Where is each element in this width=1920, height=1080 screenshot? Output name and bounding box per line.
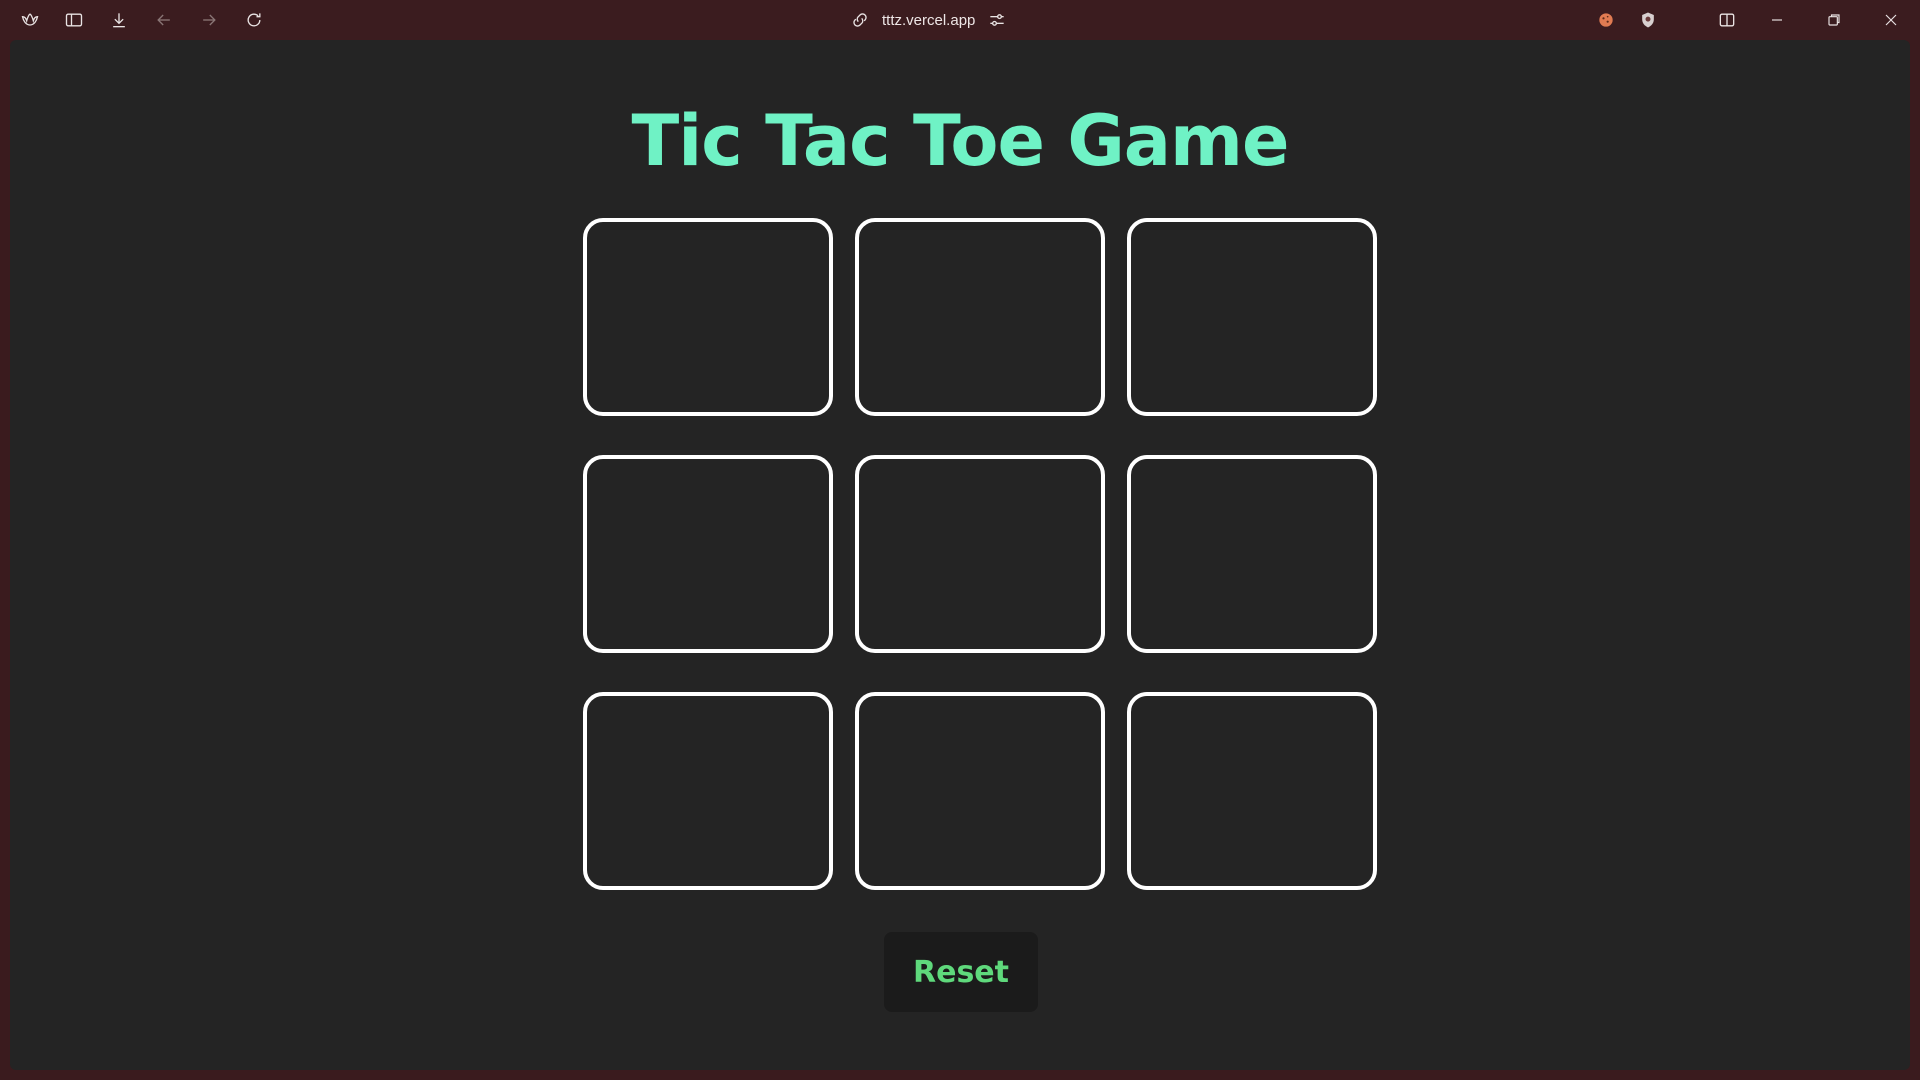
board-cell-4[interactable]	[583, 455, 833, 653]
board-cell-8[interactable]	[855, 692, 1105, 890]
cookie-icon[interactable]	[1594, 8, 1618, 32]
reload-icon[interactable]	[242, 8, 266, 32]
board-cell-3[interactable]	[1127, 218, 1377, 416]
restore-icon[interactable]	[1822, 8, 1846, 32]
board-cell-7[interactable]	[583, 692, 833, 890]
browser-logo-icon[interactable]	[18, 8, 42, 32]
page-title: Tic Tac Toe Game	[631, 100, 1290, 182]
sidebar-toggle-icon[interactable]	[62, 8, 86, 32]
download-icon[interactable]	[107, 8, 131, 32]
board-cell-9[interactable]	[1127, 692, 1377, 890]
site-settings-icon[interactable]	[987, 10, 1007, 30]
board-cell-2[interactable]	[855, 218, 1105, 416]
page-viewport: Tic Tac Toe Game Reset	[10, 40, 1910, 1070]
close-icon[interactable]	[1879, 8, 1903, 32]
board-cell-6[interactable]	[1127, 455, 1377, 653]
board-cell-1[interactable]	[583, 218, 833, 416]
address-bar[interactable]: tttz.vercel.app	[850, 6, 1007, 34]
split-view-icon[interactable]	[1715, 8, 1739, 32]
forward-arrow-icon[interactable]	[197, 8, 221, 32]
minimize-icon[interactable]	[1765, 8, 1789, 32]
shield-icon[interactable]	[1636, 8, 1660, 32]
game-board	[583, 218, 1387, 938]
browser-toolbar: tttz.vercel.app	[0, 0, 1920, 40]
board-cell-5[interactable]	[855, 455, 1105, 653]
reset-button[interactable]: Reset	[884, 932, 1038, 1012]
url-text[interactable]: tttz.vercel.app	[882, 12, 975, 29]
link-icon	[850, 10, 870, 30]
back-arrow-icon[interactable]	[152, 8, 176, 32]
